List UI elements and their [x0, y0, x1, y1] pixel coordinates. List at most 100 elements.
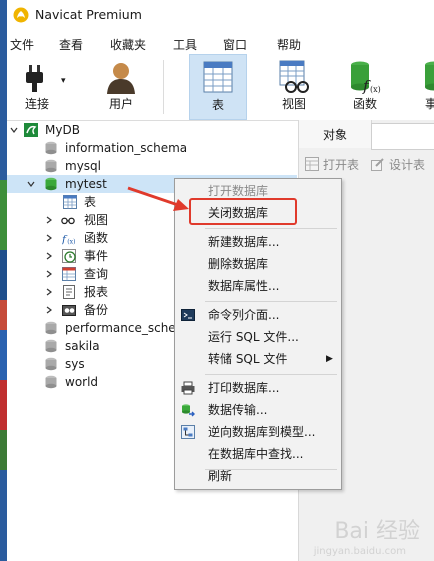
open-database-icon — [45, 177, 57, 191]
database-label: sakila — [65, 339, 100, 353]
menu-separator — [205, 374, 337, 375]
design-table-button[interactable]: 设计表 — [369, 154, 434, 174]
database-label: mysql — [65, 159, 101, 173]
table-icon — [63, 195, 77, 209]
tree-child-label: 备份 — [84, 303, 109, 317]
connection-name: MyDB — [45, 123, 80, 137]
database-label: sys — [65, 357, 85, 371]
view-icon — [279, 60, 309, 93]
menu-file[interactable]: 文件 — [10, 36, 34, 53]
menu-reverse-to-model[interactable]: 逆向数据库到模型... — [175, 421, 341, 443]
menu-database-properties[interactable]: 数据库属性... — [175, 275, 341, 297]
menu-view[interactable]: 查看 — [59, 36, 83, 53]
connect-button[interactable]: ▾ 连接 — [13, 54, 75, 118]
tree-database[interactable]: mysql — [7, 157, 297, 175]
menu-help[interactable]: 帮助 — [277, 36, 301, 53]
menu-separator — [205, 228, 337, 229]
collapse-chevron-icon[interactable] — [10, 126, 18, 134]
user-label: 用户 — [108, 97, 133, 111]
plug-icon — [26, 65, 43, 92]
design-table-icon — [371, 158, 384, 171]
event-label: 事 — [425, 97, 434, 111]
view-label: 视图 — [281, 97, 306, 111]
menu-data-transfer[interactable]: 数据传输... — [175, 399, 341, 421]
expand-chevron-icon[interactable] — [45, 270, 53, 278]
menu-item-label: 数据传输... — [208, 403, 268, 417]
expand-chevron-icon[interactable] — [45, 306, 53, 314]
function-button[interactable]: f (x) 函数 — [337, 54, 393, 118]
expand-chevron-icon[interactable] — [45, 216, 53, 224]
tab-objects-label: 对象 — [323, 128, 348, 142]
menu-delete-database[interactable]: 删除数据库 — [175, 253, 341, 275]
menu-run-sql-file[interactable]: 运行 SQL 文件... — [175, 326, 341, 348]
toolbar-divider — [163, 60, 164, 114]
tree-connection[interactable]: MyDB — [7, 121, 297, 139]
expand-chevron-icon[interactable] — [45, 252, 53, 260]
highlight-box — [189, 198, 297, 225]
window-title: Navicat Premium — [35, 7, 142, 22]
database-icon — [45, 159, 57, 173]
watermark-url: jingyan.baidu.com — [313, 546, 406, 557]
expand-chevron-icon[interactable] — [45, 288, 53, 296]
open-table-button[interactable]: 打开表 — [303, 154, 365, 174]
object-tab-strip — [371, 123, 434, 150]
report-icon — [63, 285, 75, 299]
view-button[interactable]: 视图 — [266, 54, 322, 118]
reverse-model-icon — [181, 425, 195, 439]
open-table-label: 打开表 — [323, 158, 360, 172]
tree-database[interactable]: information_schema — [7, 139, 297, 157]
table-button[interactable]: 表 — [189, 54, 247, 120]
menu-item-label: 转储 SQL 文件 — [208, 352, 288, 366]
svg-text:(x): (x) — [67, 238, 75, 245]
event-icon — [425, 61, 434, 91]
event-button[interactable]: 事 — [411, 54, 434, 118]
database-icon — [45, 339, 57, 353]
user-icon — [107, 63, 135, 94]
function-icon: f (x) — [62, 233, 75, 245]
title-bar: Navicat Premium — [7, 0, 434, 30]
printer-icon — [181, 381, 195, 395]
menu-item-label: 打印数据库... — [208, 381, 280, 395]
red-arrow-annotation — [127, 186, 189, 211]
mysql-connection-icon — [24, 123, 38, 137]
database-label: information_schema — [65, 141, 188, 155]
menu-favorites[interactable]: 收藏夹 — [110, 36, 146, 53]
query-icon — [62, 267, 76, 281]
database-icon — [45, 357, 57, 371]
tree-child-label: 报表 — [84, 285, 109, 299]
chevron-down-icon[interactable]: ▾ — [61, 76, 66, 86]
user-button[interactable]: 用户 — [93, 54, 149, 118]
connect-label: 连接 — [24, 97, 49, 111]
console-icon — [181, 309, 195, 321]
submenu-arrow-icon: ▶ — [326, 354, 333, 364]
svg-text:(x): (x) — [370, 85, 381, 94]
expand-chevron-icon[interactable] — [45, 234, 53, 242]
menu-refresh[interactable]: 刷新 — [175, 464, 341, 486]
tab-objects[interactable]: 对象 — [299, 120, 372, 148]
toolbar: ▾ 连接 用户 表 视图 f (x) 函数 事 — [7, 54, 434, 121]
design-table-label: 设计表 — [389, 158, 426, 172]
menu-item-label: 在数据库中查找... — [208, 447, 304, 461]
tree-child-label: 表 — [84, 195, 97, 209]
tree-child-label: 事件 — [84, 249, 109, 263]
desktop-edge — [0, 0, 7, 561]
menu-window[interactable]: 窗口 — [223, 36, 247, 53]
menu-console[interactable]: 命令列介面... — [175, 304, 341, 326]
clock-icon — [62, 249, 76, 263]
menu-item-label: 删除数据库 — [208, 257, 269, 271]
database-label: world — [65, 375, 99, 389]
open-table-icon — [305, 157, 319, 171]
menu-dump-sql-file[interactable]: 转储 SQL 文件 ▶ — [175, 348, 341, 370]
menu-item-label: 数据库属性... — [208, 279, 280, 293]
menu-print-database[interactable]: 打印数据库... — [175, 377, 341, 399]
collapse-chevron-icon[interactable] — [27, 180, 35, 188]
tree-child-label: 函数 — [84, 231, 109, 245]
function-icon: f (x) — [351, 61, 381, 95]
database-icon — [45, 375, 57, 389]
watermark: Bai 经验 — [334, 519, 420, 544]
menu-tools[interactable]: 工具 — [173, 36, 197, 53]
menu-find-in-database[interactable]: 在数据库中查找... — [175, 443, 341, 465]
menu-new-database[interactable]: 新建数据库... — [175, 231, 341, 253]
menu-item-label: 运行 SQL 文件... — [208, 330, 299, 344]
function-label: 函数 — [352, 97, 377, 111]
